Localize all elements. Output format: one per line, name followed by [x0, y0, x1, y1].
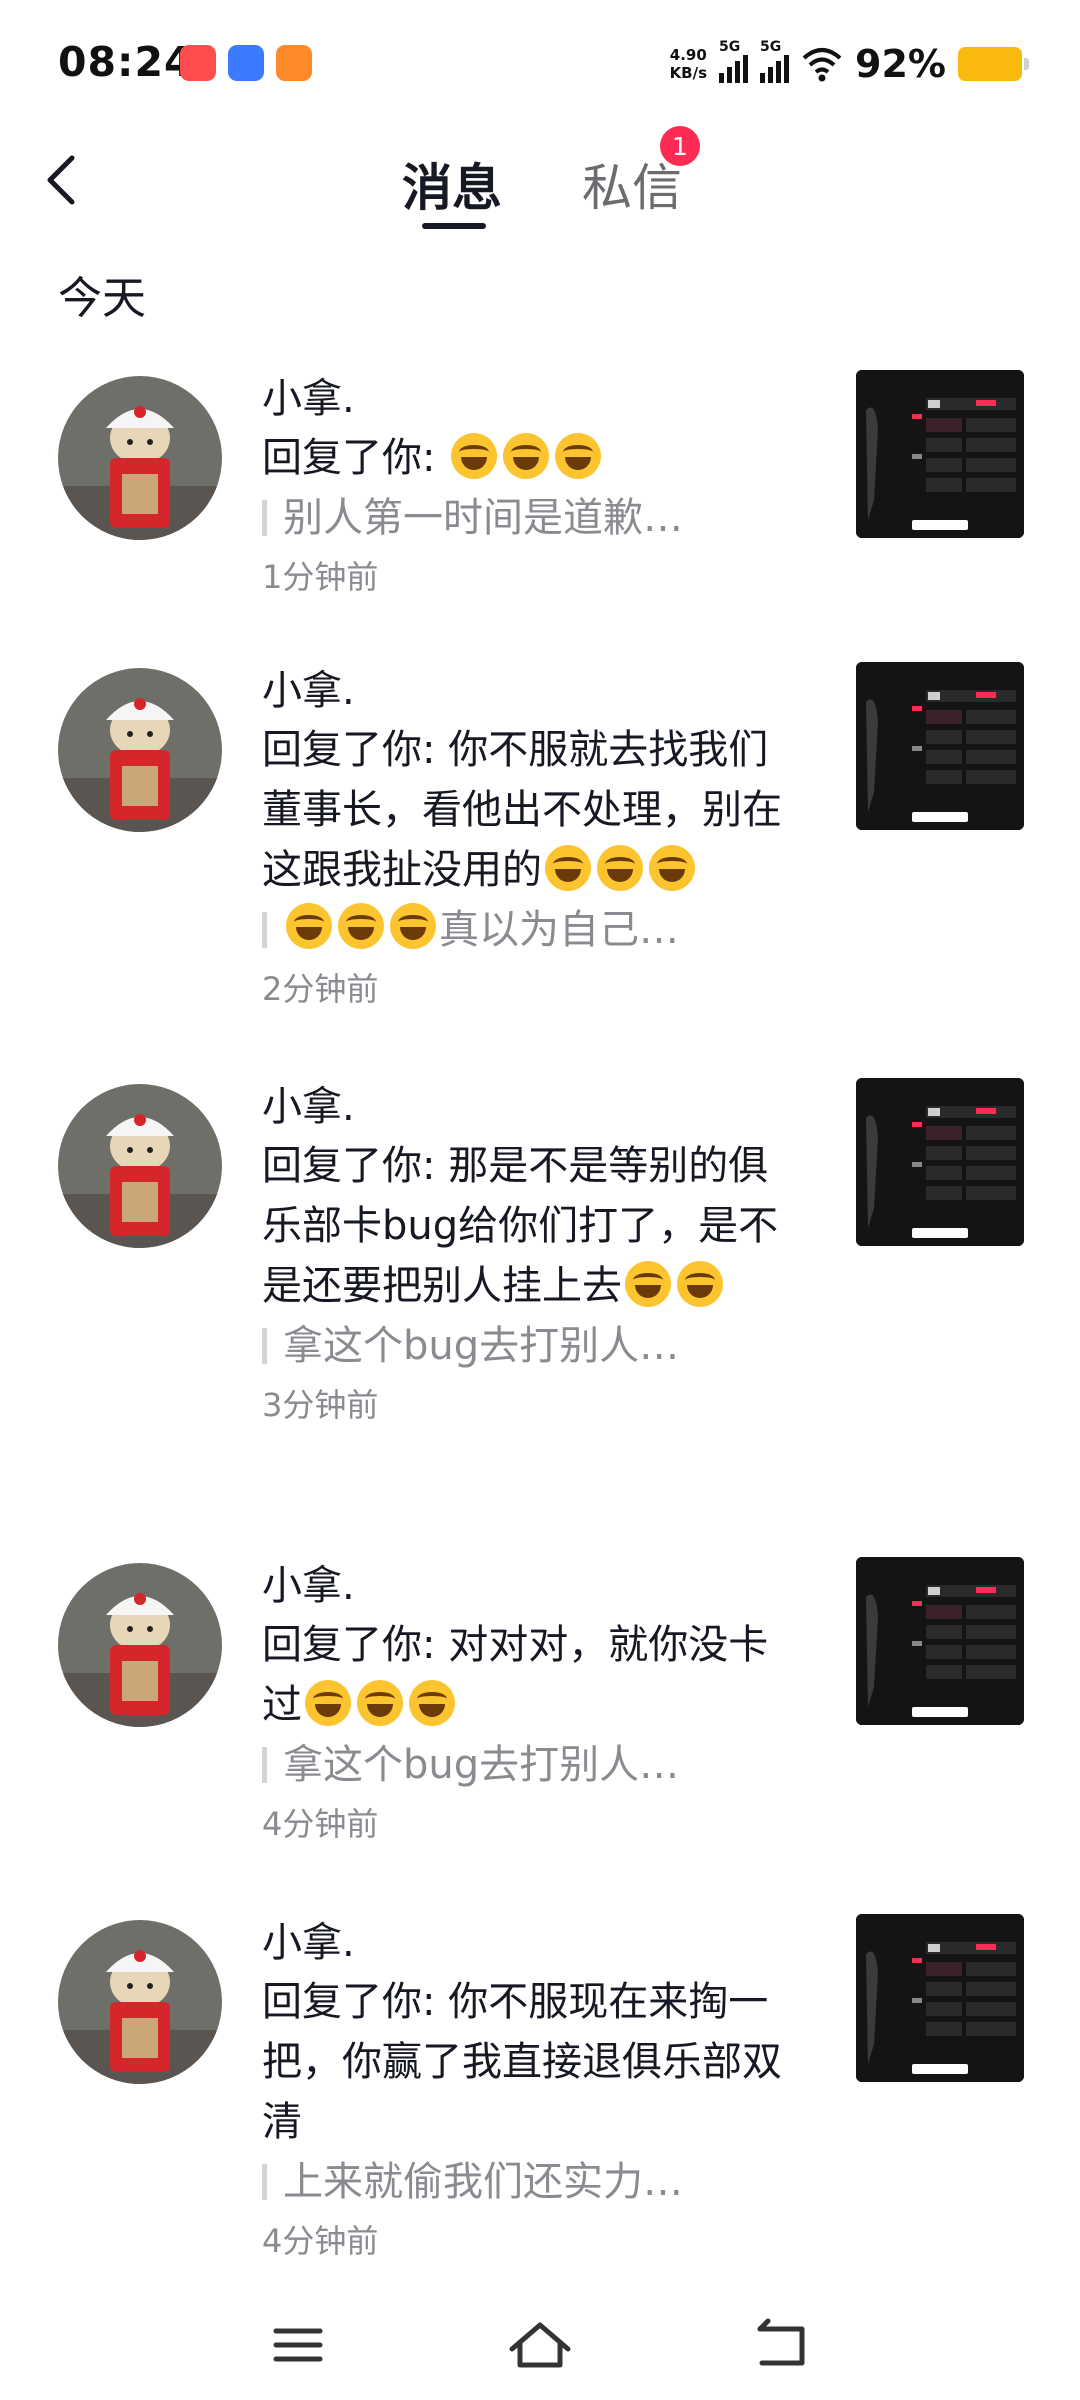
- laughing-tears-emoji: [451, 433, 498, 479]
- battery-icon: [958, 47, 1029, 81]
- section-label-today: 今天: [58, 273, 146, 324]
- status-time: 08:24: [58, 38, 194, 86]
- tab-messages[interactable]: 消息: [402, 148, 502, 220]
- network-speed: 4.90 KB/s: [669, 46, 708, 82]
- laughing-tears-emoji: [649, 845, 695, 891]
- timestamp: 3分钟前: [262, 1386, 379, 1424]
- quoted-comment: 真以为自己…: [262, 900, 792, 960]
- menu-button[interactable]: [258, 2305, 338, 2385]
- back-icon: [757, 2318, 805, 2366]
- laughing-tears-emoji: [338, 903, 384, 949]
- dm-unread-badge: 1: [660, 126, 700, 166]
- reply-text: 回复了你: 你不服现在来掏一把，你赢了我直接退俱乐部双清: [262, 1979, 782, 2145]
- avatar[interactable]: [58, 1563, 222, 1727]
- battery-percent: 92%: [855, 42, 946, 86]
- avatar[interactable]: [58, 376, 222, 540]
- quoted-comment: 别人第一时间是道歉…: [262, 488, 792, 548]
- laughing-tears-emoji: [555, 433, 602, 479]
- timestamp: 4分钟前: [262, 1805, 379, 1843]
- back-nav-button[interactable]: [742, 2305, 822, 2385]
- laughing-tears-emoji: [597, 845, 643, 891]
- home-button[interactable]: [500, 2305, 580, 2385]
- avatar[interactable]: [58, 1920, 222, 2084]
- reply-text: 回复了你: 那是不是等别的俱乐部卡bug给你们打了，是不是还要把别人挂上去: [262, 1143, 779, 1309]
- laughing-tears-emoji: [305, 1680, 351, 1726]
- quoted-comment: 拿这个bug去打别人…: [262, 1735, 792, 1795]
- username[interactable]: 小拿.: [262, 1914, 792, 1972]
- chevron-left-icon: [47, 155, 75, 205]
- app-notification-icon: [180, 45, 216, 81]
- avatar[interactable]: [58, 668, 222, 832]
- quote-bar: [262, 912, 267, 948]
- header: 消息 私信 1: [0, 120, 1080, 240]
- reply-text: 回复了你:: [262, 428, 792, 488]
- notification-content: 小拿. 回复了你: 你不服现在来掏一把，你赢了我直接退俱乐部双清 上来就偷我们还…: [262, 1914, 792, 2264]
- laughing-tears-emoji: [409, 1680, 455, 1726]
- app-notification-icon: [276, 45, 312, 81]
- username[interactable]: 小拿.: [262, 370, 792, 428]
- video-thumbnail[interactable]: [856, 1914, 1024, 2082]
- notification-icons: [180, 45, 312, 81]
- notification-content: 小拿. 回复了你: 你不服就去找我们董事长，看他出不处理，别在这跟我扯没用的 真…: [262, 662, 792, 1012]
- quoted-comment: 上来就偷我们还实力…: [262, 2152, 792, 2212]
- status-indicators: 4.90 KB/s 5G 5G 92%: [669, 39, 1029, 88]
- laughing-tears-emoji: [503, 433, 550, 479]
- active-tab-indicator: [422, 223, 486, 229]
- username[interactable]: 小拿.: [262, 1078, 792, 1136]
- back-button[interactable]: [36, 150, 96, 210]
- video-thumbnail[interactable]: [856, 1557, 1024, 1725]
- video-thumbnail[interactable]: [856, 662, 1024, 830]
- home-icon: [509, 2322, 571, 2368]
- quote-bar: [262, 1747, 267, 1783]
- notification-content: 小拿. 回复了你: 对对对，就你没卡过 拿这个bug去打别人… 4分钟前: [262, 1557, 792, 1847]
- wifi-icon: [802, 48, 842, 82]
- avatar[interactable]: [58, 1084, 222, 1248]
- video-thumbnail[interactable]: [856, 370, 1024, 538]
- reply-text: 回复了你: 你不服就去找我们董事长，看他出不处理，别在这跟我扯没用的: [262, 727, 782, 893]
- timestamp: 2分钟前: [262, 970, 379, 1008]
- quote-bar: [262, 1328, 267, 1364]
- notification-content: 小拿. 回复了你: 那是不是等别的俱乐部卡bug给你们打了，是不是还要把别人挂上…: [262, 1078, 792, 1428]
- timestamp: 4分钟前: [262, 2222, 379, 2260]
- username[interactable]: 小拿.: [262, 662, 792, 720]
- signal-icon: 5G: [760, 39, 790, 83]
- menu-icon: [273, 2328, 323, 2362]
- laughing-tears-emoji: [286, 903, 332, 949]
- reply-text: 回复了你: 对对对，就你没卡过: [262, 1622, 769, 1728]
- laughing-tears-emoji: [545, 845, 591, 891]
- status-bar: 08:24 4.90 KB/s 5G 5G 92%: [0, 0, 1080, 120]
- laughing-tears-emoji: [357, 1680, 403, 1726]
- system-nav-bar: [0, 2295, 1080, 2400]
- timestamp: 1分钟前: [262, 558, 379, 596]
- notification-content: 小拿. 回复了你: 别人第一时间是道歉… 1分钟前: [262, 370, 792, 600]
- quote-bar: [262, 2164, 267, 2200]
- signal-icon: 5G: [719, 39, 749, 83]
- laughing-tears-emoji: [677, 1261, 723, 1307]
- quote-bar: [262, 500, 267, 536]
- quoted-comment: 拿这个bug去打别人…: [262, 1316, 792, 1376]
- video-thumbnail[interactable]: [856, 1078, 1024, 1246]
- app-notification-icon: [228, 45, 264, 81]
- username[interactable]: 小拿.: [262, 1557, 792, 1615]
- laughing-tears-emoji: [625, 1261, 671, 1307]
- laughing-tears-emoji: [390, 903, 436, 949]
